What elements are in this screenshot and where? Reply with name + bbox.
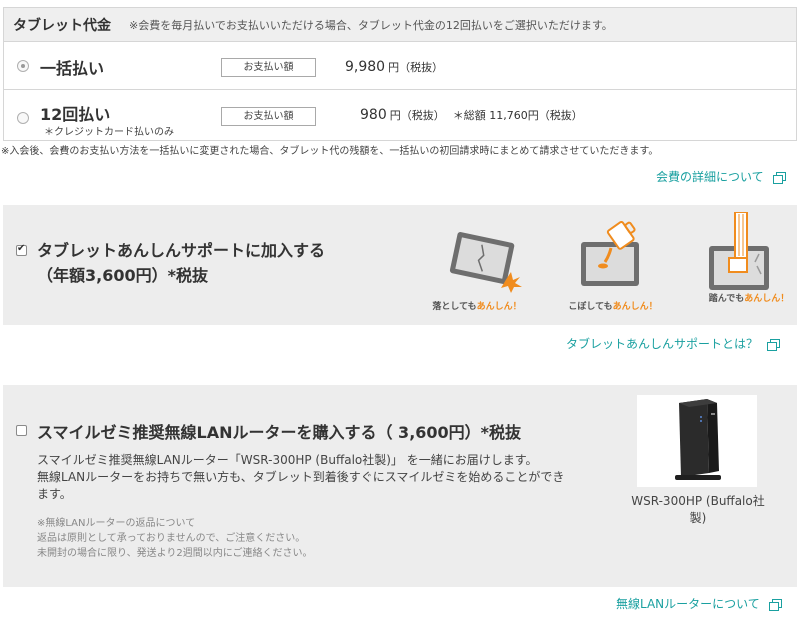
router-about-link[interactable]: 無線LANルーターについて bbox=[616, 595, 782, 612]
price-amount: 9,980 bbox=[345, 59, 386, 75]
tablet-price-title: タブレット代金 bbox=[13, 17, 111, 34]
option-name: 一括払い bbox=[40, 59, 105, 78]
external-window-icon bbox=[767, 339, 781, 351]
membership-fee-link-label: 会費の詳細について bbox=[656, 170, 764, 184]
tablet-price-note: ※会費を毎月払いでお支払いいただける場合、タブレット代金の12回払いをご選択いた… bbox=[129, 18, 613, 32]
illustration-spilled: こぼしてもあんしん！ bbox=[563, 220, 663, 312]
price-value: 980 円（税抜） ＊総額 11,760円（税抜） bbox=[360, 107, 583, 123]
router-desc-line2: 無線LANルーターをお持ちで無い方も、タブレット到着後すぐにスマイルゼミを始める… bbox=[37, 470, 565, 501]
caption-highlight: あんしん！ bbox=[476, 302, 522, 312]
pay-amount-label: お支払い額 bbox=[221, 58, 316, 77]
router-title[interactable]: スマイルゼミ推奨無線LANルーターを購入する（ 3,600円）*税抜 bbox=[37, 419, 521, 443]
support-title-line1: タブレットあんしんサポートに加入する bbox=[37, 241, 326, 260]
illustration-stepped: 踏んでもあんしん！ bbox=[699, 211, 799, 304]
router-panel: スマイルゼミ推奨無線LANルーターを購入する（ 3,600円）*税抜 スマイルゼ… bbox=[3, 385, 797, 587]
router-product-image bbox=[637, 395, 757, 487]
support-about-link[interactable]: タブレットあんしんサポートとは？ bbox=[566, 335, 781, 352]
router-description: スマイルゼミ推奨無線LANルーター「WSR-300HP (Buffalo社製)」… bbox=[37, 452, 567, 503]
spilled-tablet-icon bbox=[581, 221, 639, 286]
support-checkbox[interactable] bbox=[16, 243, 27, 256]
radio-lump-sum[interactable] bbox=[17, 60, 29, 72]
radio-installment[interactable] bbox=[17, 112, 29, 124]
price-unit: 円（税抜） bbox=[388, 61, 444, 74]
price-value: 9,980 円（税抜） bbox=[345, 59, 443, 75]
illustration-caption: 落としてもあんしん！ bbox=[427, 299, 527, 312]
support-about-link-label: タブレットあんしんサポートとは？ bbox=[566, 337, 759, 351]
router-about-link-label: 無線LANルーターについて bbox=[616, 597, 760, 611]
dropped-tablet-icon bbox=[449, 232, 522, 293]
stepped-tablet-icon bbox=[709, 211, 769, 290]
price-footnote: ※入会後、会費のお支払い方法を一括払いに変更された場合、タブレット代の残額を、一… bbox=[1, 146, 659, 157]
price-unit: 円（税抜） bbox=[389, 109, 445, 122]
router-desc-line1: スマイルゼミ推奨無線LANルーター「WSR-300HP (Buffalo社製)」… bbox=[37, 453, 538, 467]
option-sub-note: ＊クレジットカード払いのみ bbox=[44, 127, 174, 138]
support-title[interactable]: タブレットあんしんサポートに加入する （年額3,600円）*税抜 bbox=[37, 238, 325, 288]
router-product-caption: WSR-300HP (Buffalo社製) bbox=[631, 494, 765, 525]
router-return-line1: ※無線LANルーターの返品について bbox=[37, 518, 196, 529]
tablet-price-header: タブレット代金 ※会費を毎月払いでお支払いいただける場合、タブレット代金の12回… bbox=[4, 8, 796, 42]
external-window-icon bbox=[772, 172, 786, 184]
tablet-price-box: タブレット代金 ※会費を毎月払いでお支払いいただける場合、タブレット代金の12回… bbox=[3, 7, 797, 141]
router-checkbox[interactable] bbox=[16, 425, 27, 436]
caption-highlight: あんしん！ bbox=[612, 302, 658, 312]
price-amount: 980 bbox=[360, 107, 387, 123]
external-window-icon bbox=[768, 599, 782, 611]
caption-highlight: あんしん！ bbox=[744, 294, 790, 304]
illustration-caption: こぼしてもあんしん！ bbox=[563, 299, 663, 312]
illustration-dropped: 落としてもあんしん！ bbox=[427, 220, 527, 312]
router-return-line2: 返品は原則として承っておりませんので、ご注意ください。 bbox=[37, 533, 306, 544]
router-return-note: ※無線LANルーターの返品について 返品は原則として承っておりませんので、ご注意… bbox=[37, 516, 313, 561]
membership-fee-link[interactable]: 会費の詳細について bbox=[656, 168, 786, 185]
router-return-line3: 未開封の場合に限り、発送より2週間以内にご連絡ください。 bbox=[37, 548, 313, 559]
support-panel: タブレットあんしんサポートに加入する （年額3,600円）*税抜 落としてもあん… bbox=[3, 205, 797, 325]
price-total: ＊総額 11,760円（税抜） bbox=[452, 109, 583, 122]
support-title-line2: （年額3,600円）*税抜 bbox=[37, 266, 208, 285]
illustration-caption: 踏んでもあんしん！ bbox=[699, 291, 799, 304]
router-device-icon bbox=[675, 399, 721, 480]
caption-prefix: 踏んでも bbox=[708, 294, 745, 304]
caption-prefix: こぼしても bbox=[568, 302, 613, 312]
payment-option-installment[interactable]: 12回払い ＊クレジットカード払いのみ お支払い額 980 円（税抜） ＊総額 11… bbox=[4, 91, 796, 141]
pay-amount-label: お支払い額 bbox=[221, 107, 316, 126]
payment-option-lump-sum[interactable]: 一括払い お支払い額 9,980 円（税抜） bbox=[4, 43, 796, 90]
option-name: 12回払い bbox=[40, 105, 111, 124]
caption-prefix: 落としても bbox=[432, 302, 477, 312]
